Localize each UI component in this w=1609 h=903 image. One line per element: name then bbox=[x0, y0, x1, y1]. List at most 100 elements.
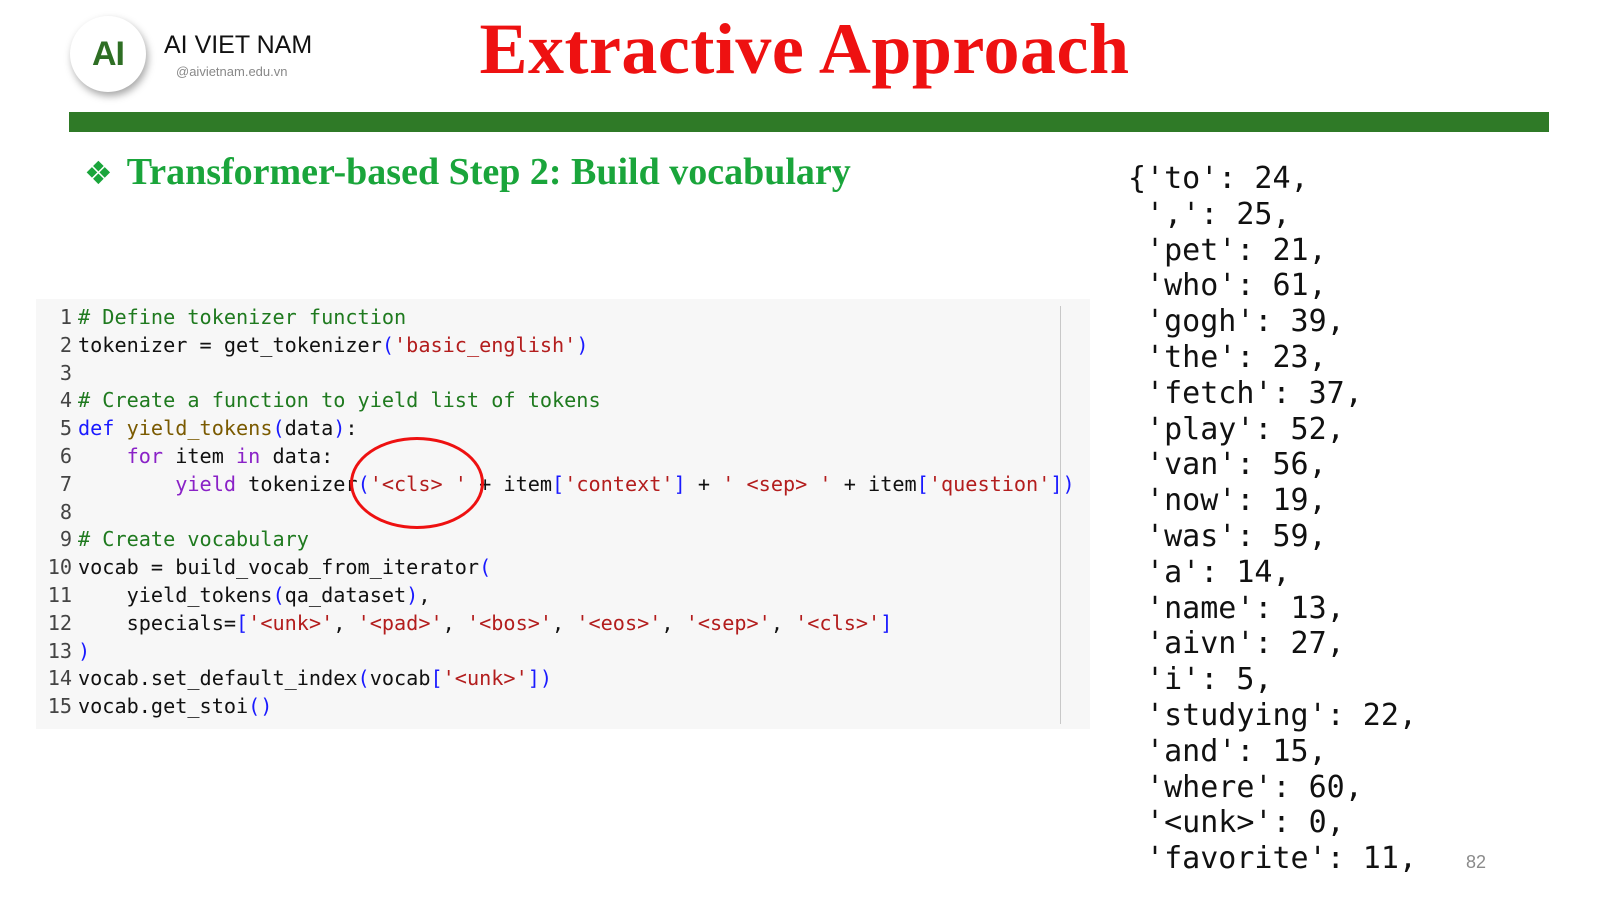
vocab-entry: 'play': 52, bbox=[1128, 411, 1345, 447]
code-token: '<bos>' bbox=[466, 610, 553, 635]
code-token: ' <sep> ' bbox=[722, 471, 832, 496]
code-token: [ bbox=[916, 471, 929, 496]
vocab-entry: 'gogh': 39, bbox=[1128, 304, 1345, 340]
vocab-entry: '<unk>': 0, bbox=[1128, 805, 1345, 841]
code-token: yield_tokens bbox=[126, 416, 273, 441]
line-number: 7 bbox=[59, 471, 72, 496]
vocab-output: {'to': 24, ',': 25, 'pet': 21, 'who': 61… bbox=[1128, 161, 1417, 877]
code-line: 12 specials=['<unk>', '<pad>', '<bos>', … bbox=[46, 610, 1075, 638]
code-token: vocab bbox=[369, 666, 431, 691]
code-token: [ bbox=[430, 666, 443, 691]
code-token: '<cls>' bbox=[795, 610, 881, 635]
code-token: , bbox=[552, 610, 577, 635]
code-token: 'basic_english' bbox=[394, 332, 577, 357]
code-line: 8 bbox=[46, 499, 1075, 527]
code-token: data bbox=[284, 416, 334, 441]
vocab-entry: 'pet': 21, bbox=[1128, 232, 1327, 268]
code-token: vocab.set_default_index bbox=[78, 666, 358, 691]
code-token: ( bbox=[272, 582, 285, 607]
vocab-entry: 'studying': 22, bbox=[1128, 697, 1417, 733]
code-token: '<unk>' bbox=[442, 666, 528, 691]
vocab-entry: 'who': 61, bbox=[1128, 268, 1327, 304]
vocab-entry: 'where': 60, bbox=[1128, 769, 1363, 805]
vocab-entry: 'i': 5, bbox=[1128, 662, 1273, 698]
vocab-entry: {'to': 24, bbox=[1128, 161, 1309, 196]
code-block: 1 # Define tokenizer function 2 tokenizer =… bbox=[46, 304, 1075, 721]
line-number: 10 bbox=[47, 555, 72, 580]
code-token: def bbox=[78, 416, 115, 441]
code-token: '<unk>' bbox=[248, 610, 334, 635]
vocab-entry: 'was': 59, bbox=[1128, 518, 1327, 554]
line-number: 6 bbox=[59, 443, 72, 468]
code-line: 15 vocab.get_stoi() bbox=[46, 693, 1075, 721]
vocab-entry: 'the': 23, bbox=[1128, 339, 1327, 375]
code-token: ]) bbox=[1050, 471, 1075, 496]
code-token: ( bbox=[272, 416, 285, 441]
code-token: vocab.get_stoi bbox=[78, 694, 249, 719]
line-number: 15 bbox=[47, 694, 72, 719]
line-number: 3 bbox=[59, 360, 72, 385]
line-number: 9 bbox=[59, 527, 72, 552]
code-token: 'context' bbox=[564, 471, 674, 496]
code-token: # Create a function to yield list of tok… bbox=[78, 388, 601, 413]
code-token: , bbox=[442, 610, 467, 635]
line-number: 14 bbox=[47, 666, 72, 691]
code-token: () bbox=[248, 694, 273, 719]
line-number: 5 bbox=[59, 416, 72, 441]
code-line: 1 # Define tokenizer function bbox=[46, 304, 1075, 332]
code-token: [ bbox=[236, 610, 249, 635]
code-token: in bbox=[236, 443, 261, 468]
code-token: '<eos>' bbox=[576, 610, 662, 635]
code-line: 13) bbox=[46, 638, 1075, 666]
code-line: 7 yield tokenizer('<cls> ' + item['conte… bbox=[46, 471, 1075, 499]
code-token: qa_dataset bbox=[284, 582, 407, 607]
line-number: 11 bbox=[47, 582, 72, 607]
code-line: 5 def yield_tokens(data): bbox=[46, 415, 1075, 443]
code-token: # Create vocabulary bbox=[78, 527, 309, 552]
code-line: 3 bbox=[46, 360, 1075, 388]
code-line: 6 for item in data: bbox=[46, 443, 1075, 471]
code-token: ( bbox=[381, 332, 395, 357]
code-line: 4 # Create a function to yield list of to… bbox=[46, 387, 1075, 415]
code-line: 11 yield_tokens(qa_dataset), bbox=[46, 582, 1075, 610]
code-token: , bbox=[770, 610, 796, 635]
code-token: : bbox=[345, 416, 358, 441]
code-token: ) bbox=[576, 332, 589, 357]
vocab-entry: 'and': 15, bbox=[1128, 733, 1327, 769]
vocab-entry: 'now': 19, bbox=[1128, 483, 1327, 519]
code-token: , bbox=[418, 582, 431, 607]
vocab-entry: 'van': 56, bbox=[1128, 447, 1327, 483]
code-token: '<sep>' bbox=[685, 610, 771, 635]
code-token: ] bbox=[880, 610, 893, 635]
title-divider-bar bbox=[69, 112, 1549, 132]
code-token: '<pad>' bbox=[357, 610, 443, 635]
code-token: yield bbox=[175, 471, 237, 496]
code-token: + item bbox=[831, 471, 917, 496]
section-heading: ❖ Transformer-based Step 2: Build vocabul… bbox=[84, 150, 851, 194]
code-token: yield_tokens bbox=[78, 582, 273, 607]
code-line: 10 vocab = build_vocab_from_iterator( bbox=[46, 554, 1075, 582]
code-token: tokenizer bbox=[236, 471, 358, 496]
line-number: 13 bbox=[47, 638, 72, 663]
vocab-entry: 'fetch': 37, bbox=[1128, 375, 1363, 411]
code-token: ) bbox=[333, 416, 346, 441]
vocab-entry: ',': 25, bbox=[1128, 196, 1291, 232]
code-token: ) bbox=[78, 638, 91, 663]
code-token: ( bbox=[357, 666, 370, 691]
code-token: ( bbox=[479, 555, 492, 580]
code-token: + bbox=[685, 471, 723, 496]
vocab-entry: 'favorite': 11, bbox=[1128, 841, 1417, 877]
code-token: for bbox=[126, 443, 164, 468]
code-token: [ bbox=[552, 471, 565, 496]
vocab-entry: 'a': 14, bbox=[1128, 554, 1291, 590]
code-token: 'question' bbox=[928, 471, 1051, 496]
code-token: , bbox=[333, 610, 358, 635]
code-token: # Define tokenizer function bbox=[78, 305, 407, 329]
vocab-entry: 'aivn': 27, bbox=[1128, 626, 1345, 662]
page-number: 82 bbox=[1466, 852, 1487, 872]
diamond-bullet-icon: ❖ bbox=[84, 154, 113, 192]
highlight-circle bbox=[350, 437, 484, 529]
